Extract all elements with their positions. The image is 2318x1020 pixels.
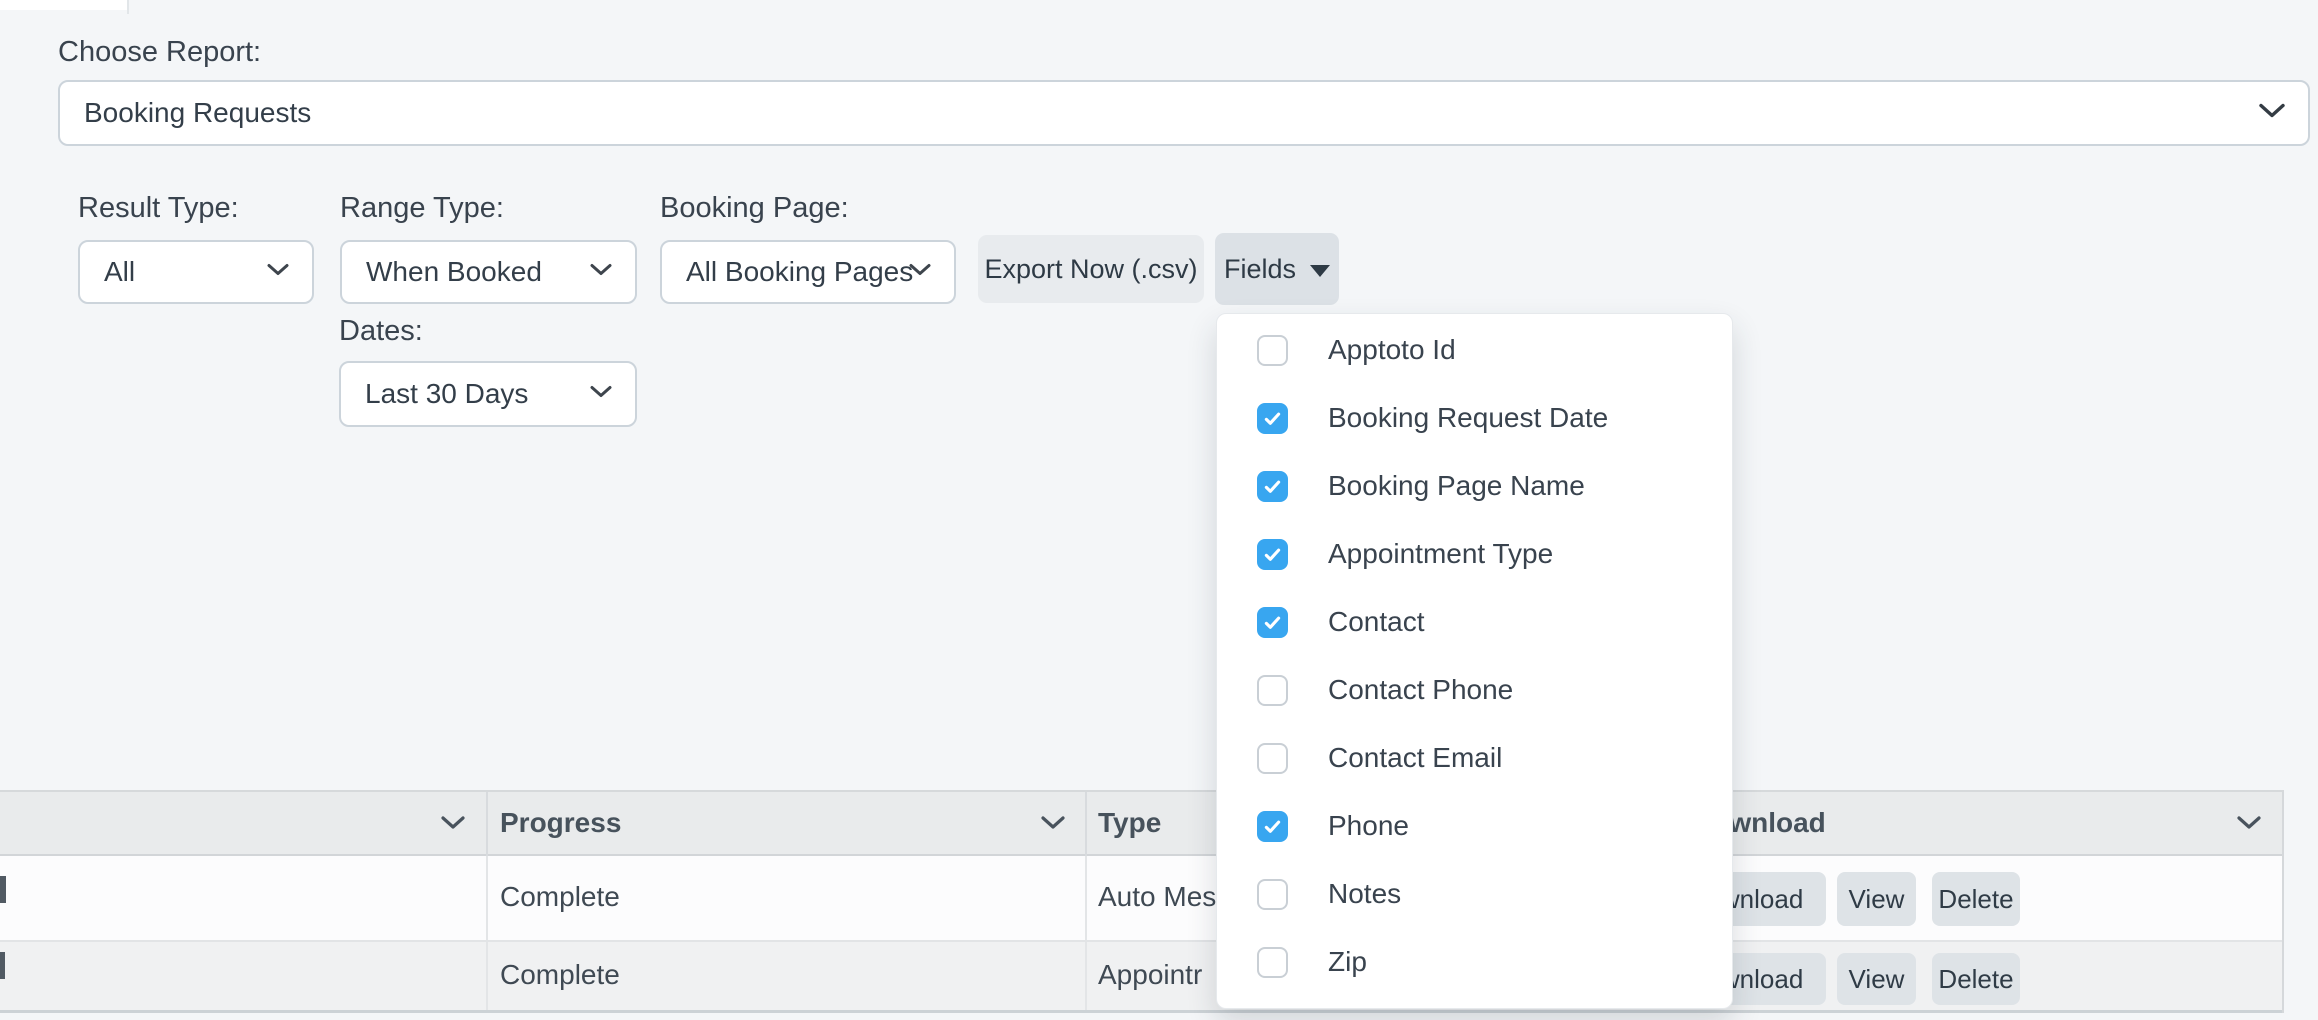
tab-remnant — [0, 0, 127, 10]
menu-item-label: Appointment Type — [1328, 538, 1553, 570]
column-header-progress[interactable]: Progress — [500, 807, 621, 839]
table-header-row: Progress Type Download — [0, 790, 2284, 856]
booking-page-select[interactable]: All Booking Pages — [660, 240, 956, 304]
menu-item-contact-email[interactable]: Contact Email — [1217, 724, 1732, 792]
fields-label: Fields — [1224, 254, 1296, 285]
table-right-border — [2282, 790, 2284, 1013]
range-type-value: When Booked — [342, 256, 542, 288]
menu-item-phone[interactable]: Phone — [1217, 792, 1732, 860]
column-divider — [486, 942, 488, 1012]
export-csv-button[interactable]: Export Now (.csv) — [978, 235, 1204, 303]
delete-button[interactable]: Delete — [1932, 872, 2020, 926]
menu-item-label: Booking Request Date — [1328, 402, 1608, 434]
menu-item-label: Contact Email — [1328, 742, 1502, 774]
range-type-label: Range Type: — [340, 192, 504, 225]
column-divider — [486, 856, 488, 940]
view-button-label: View — [1849, 884, 1905, 915]
menu-item-label: Contact Phone — [1328, 674, 1513, 706]
result-type-select[interactable]: All — [78, 240, 314, 304]
chevron-down-icon — [908, 262, 932, 283]
table-bottom-border — [0, 1010, 2284, 1013]
menu-item-apptoto-id[interactable]: Apptoto Id — [1217, 316, 1732, 384]
report-page: Choose Report: Booking Requests Result T… — [0, 0, 2318, 1020]
menu-item-label: Apptoto Id — [1328, 334, 1456, 366]
delete-button-label: Delete — [1938, 884, 2013, 915]
menu-item-notes[interactable]: Notes — [1217, 860, 1732, 928]
checkbox-icon[interactable] — [1257, 403, 1288, 434]
chevron-down-icon[interactable] — [440, 814, 466, 836]
delete-button[interactable]: Delete — [1932, 953, 2020, 1005]
chevron-down-icon — [266, 262, 290, 283]
booking-page-value: All Booking Pages — [662, 256, 913, 288]
table-row: Complete Appointr Download View Delete — [0, 940, 2284, 1010]
checkbox-icon[interactable] — [1257, 811, 1288, 842]
fields-button[interactable]: Fields — [1215, 233, 1339, 305]
range-type-select[interactable]: When Booked — [340, 240, 637, 304]
checkbox-icon[interactable] — [1257, 879, 1288, 910]
checkbox-icon[interactable] — [1257, 947, 1288, 978]
column-divider — [1085, 792, 1087, 858]
menu-item-label: Zip — [1328, 946, 1367, 978]
view-button[interactable]: View — [1837, 872, 1916, 926]
checkbox-icon[interactable] — [1257, 675, 1288, 706]
checkbox-icon[interactable] — [1257, 743, 1288, 774]
view-button[interactable]: View — [1837, 953, 1916, 1005]
chevron-down-icon — [2258, 102, 2286, 125]
chevron-down-icon[interactable] — [1040, 814, 1066, 836]
menu-item-appointment-type[interactable]: Appointment Type — [1217, 520, 1732, 588]
chevron-down-icon — [589, 262, 613, 283]
column-divider — [486, 792, 488, 858]
tab-remnant-divider — [127, 0, 129, 14]
menu-item-label: Booking Page Name — [1328, 470, 1585, 502]
cell-type: Appointr — [1098, 959, 1202, 991]
table-row: Complete Auto Mes Download View Delete — [0, 856, 2284, 940]
checkbox-icon[interactable] — [1257, 539, 1288, 570]
column-divider — [1085, 856, 1087, 940]
menu-item-contact[interactable]: Contact — [1217, 588, 1732, 656]
chevron-down-icon — [589, 384, 613, 405]
column-divider — [1085, 942, 1087, 1012]
menu-item-label: Phone — [1328, 810, 1409, 842]
menu-item-label: Notes — [1328, 878, 1401, 910]
column-header-type[interactable]: Type — [1098, 807, 1161, 839]
dates-select[interactable]: Last 30 Days — [339, 361, 637, 427]
menu-item-label: Contact — [1328, 606, 1425, 638]
checkbox-icon[interactable] — [1257, 607, 1288, 638]
clipped-text-fragment — [0, 952, 5, 979]
choose-report-label: Choose Report: — [58, 36, 261, 69]
export-csv-label: Export Now (.csv) — [984, 254, 1197, 285]
clipped-text-fragment — [0, 876, 6, 903]
menu-item-booking-page-name[interactable]: Booking Page Name — [1217, 452, 1732, 520]
view-button-label: View — [1849, 964, 1905, 995]
menu-item-contact-phone[interactable]: Contact Phone — [1217, 656, 1732, 724]
menu-item-zip[interactable]: Zip — [1217, 928, 1732, 996]
dates-label: Dates: — [339, 315, 423, 348]
menu-item-booking-request-date[interactable]: Booking Request Date — [1217, 384, 1732, 452]
report-select-value: Booking Requests — [60, 97, 311, 129]
dates-value: Last 30 Days — [341, 378, 528, 410]
cell-type: Auto Mes — [1098, 881, 1216, 913]
fields-dropdown-menu: Apptoto Id Booking Request Date Booking … — [1216, 313, 1733, 1009]
cell-progress: Complete — [500, 959, 620, 991]
cell-progress: Complete — [500, 881, 620, 913]
checkbox-icon[interactable] — [1257, 471, 1288, 502]
chevron-down-icon[interactable] — [2236, 814, 2262, 836]
caret-down-icon — [1310, 265, 1330, 277]
delete-button-label: Delete — [1938, 964, 2013, 995]
report-select[interactable]: Booking Requests — [58, 80, 2310, 146]
result-type-value: All — [80, 256, 135, 288]
booking-page-label: Booking Page: — [660, 192, 849, 225]
checkbox-icon[interactable] — [1257, 335, 1288, 366]
result-type-label: Result Type: — [78, 192, 239, 225]
